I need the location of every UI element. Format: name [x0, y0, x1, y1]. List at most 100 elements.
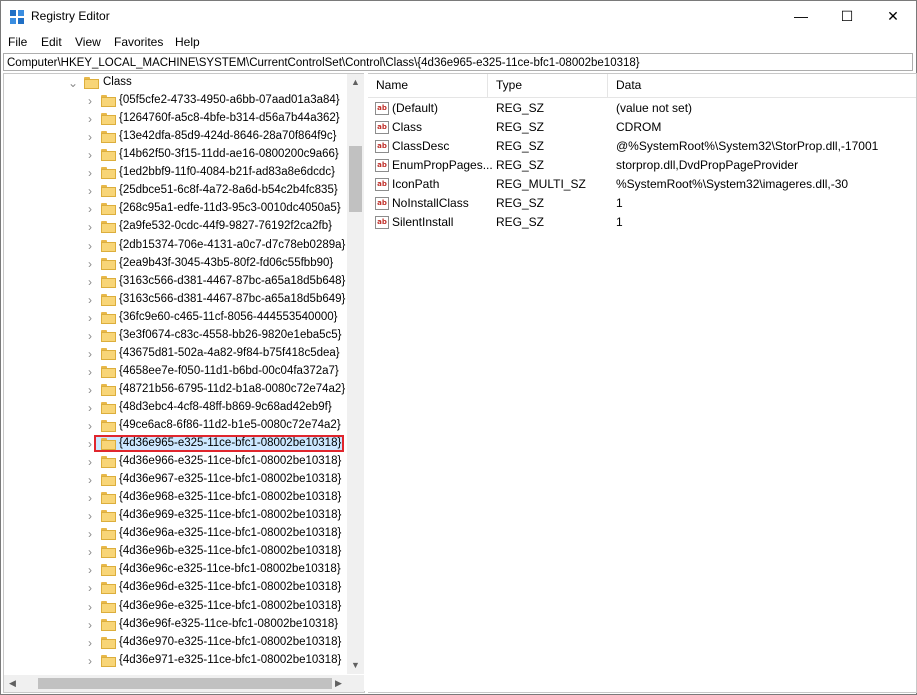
chevron-right-icon[interactable]: ›: [88, 110, 96, 128]
chevron-right-icon[interactable]: ›: [88, 218, 96, 236]
tree-item[interactable]: › {268c95a1-edfe-11d3-95c3-0010dc4050a5}: [4, 200, 346, 218]
chevron-right-icon[interactable]: ›: [88, 182, 96, 200]
chevron-right-icon[interactable]: ›: [88, 363, 96, 381]
tree-vertical-scrollbar[interactable]: ▲ ▼: [347, 74, 364, 674]
chevron-right-icon[interactable]: ›: [88, 616, 96, 634]
tree-item[interactable]: › {49ce6ac8-6f86-11d2-b1e5-0080c72e74a2}: [4, 417, 346, 435]
tree-item[interactable]: › {4d36e96e-e325-11ce-bfc1-08002be10318}: [4, 598, 346, 616]
chevron-right-icon[interactable]: ›: [88, 200, 96, 218]
chevron-right-icon[interactable]: ›: [88, 453, 96, 471]
chevron-right-icon[interactable]: ›: [88, 561, 96, 579]
tree-item[interactable]: › {2db15374-706e-4131-a0c7-d7c78eb0289a}: [4, 237, 346, 255]
tree-item[interactable]: › {4d36e965-e325-11ce-bfc1-08002be10318}: [4, 435, 346, 453]
tree-item[interactable]: › {43675d81-502a-4a82-9f84-b75f418c5dea}: [4, 345, 346, 363]
tree-item[interactable]: › {4d36e96b-e325-11ce-bfc1-08002be10318}: [4, 543, 346, 561]
tree-item-label: {48721b56-6795-11d2-b1a8-0080c72e74a2}: [119, 382, 346, 395]
values-pane[interactable]: Name Type Data ab (Default) REG_SZ (value n…: [368, 73, 917, 693]
chevron-right-icon[interactable]: ›: [88, 471, 96, 489]
minimize-button[interactable]: —: [778, 1, 824, 32]
column-header-name[interactable]: Name: [368, 74, 488, 97]
tree-item[interactable]: › {1264760f-a5c8-4bfe-b314-d56a7b44a362}: [4, 110, 346, 128]
maximize-button[interactable]: ☐: [824, 1, 870, 32]
menu-file[interactable]: File: [8, 35, 27, 49]
tree-item[interactable]: › {4d36e971-e325-11ce-bfc1-08002be10318}: [4, 652, 346, 670]
tree-item[interactable]: › {1ed2bbf9-11f0-4084-b21f-ad83a8e6dcdc}: [4, 164, 346, 182]
tree-item[interactable]: › {3163c566-d381-4467-87bc-a65a18d5b648}: [4, 273, 346, 291]
chevron-right-icon[interactable]: ›: [88, 507, 96, 525]
tree-item[interactable]: › {4d36e966-e325-11ce-bfc1-08002be10318}: [4, 453, 346, 471]
chevron-right-icon[interactable]: ›: [88, 146, 96, 164]
tree-item[interactable]: › {4d36e96a-e325-11ce-bfc1-08002be10318}: [4, 525, 346, 543]
tree-item[interactable]: › {4d36e970-e325-11ce-bfc1-08002be10318}: [4, 634, 346, 652]
chevron-right-icon[interactable]: ›: [88, 291, 96, 309]
value-row[interactable]: ab SilentInstall REG_SZ 1: [368, 213, 916, 232]
tree-item[interactable]: › {4d36e96f-e325-11ce-bfc1-08002be10318}: [4, 616, 346, 634]
tree-item-class[interactable]: ⌄ Class: [4, 74, 346, 92]
scroll-down-arrow-icon[interactable]: ▼: [347, 657, 364, 674]
value-data: 1: [616, 215, 623, 229]
address-bar[interactable]: Computer\HKEY_LOCAL_MACHINE\SYSTEM\Curre…: [3, 53, 913, 71]
tree-item[interactable]: › {4d36e96c-e325-11ce-bfc1-08002be10318}: [4, 561, 346, 579]
chevron-right-icon[interactable]: ›: [88, 489, 96, 507]
tree-item[interactable]: › {4d36e967-e325-11ce-bfc1-08002be10318}: [4, 471, 346, 489]
tree-item[interactable]: › {4d36e96d-e325-11ce-bfc1-08002be10318}: [4, 579, 346, 597]
tree-item[interactable]: › {48721b56-6795-11d2-b1a8-0080c72e74a2}: [4, 381, 346, 399]
value-row[interactable]: ab IconPath REG_MULTI_SZ %SystemRoot%\Syste…: [368, 175, 916, 194]
tree-item[interactable]: › {48d3ebc4-4cf8-48ff-b869-9c68ad42eb9f}: [4, 399, 346, 417]
chevron-right-icon[interactable]: ›: [88, 652, 96, 670]
key-tree-pane[interactable]: ⌄ Class › {05f5cfe2-4733-4950-a6bb-07aad0…: [3, 73, 365, 693]
tree-item[interactable]: › {05f5cfe2-4733-4950-a6bb-07aad01a3a84}: [4, 92, 346, 110]
chevron-right-icon[interactable]: ›: [88, 598, 96, 616]
chevron-right-icon[interactable]: ›: [88, 381, 96, 399]
string-value-icon: ab: [375, 140, 389, 153]
chevron-right-icon[interactable]: ›: [88, 634, 96, 652]
chevron-right-icon[interactable]: ›: [88, 309, 96, 327]
menu-favorites[interactable]: Favorites: [114, 35, 163, 49]
tree-item[interactable]: › {3e3f0674-c83c-4558-bb26-9820e1eba5c5}: [4, 327, 346, 345]
tree-item[interactable]: › {25dbce51-6c8f-4a72-8a6d-b54c2b4fc835}: [4, 182, 346, 200]
chevron-right-icon[interactable]: ›: [88, 237, 96, 255]
chevron-right-icon[interactable]: ›: [88, 579, 96, 597]
tree-vertical-scroll-thumb[interactable]: [349, 146, 362, 212]
tree-item[interactable]: › {4d36e968-e325-11ce-bfc1-08002be10318}: [4, 489, 346, 507]
menu-view[interactable]: View: [75, 35, 101, 49]
chevron-right-icon[interactable]: ›: [88, 399, 96, 417]
chevron-down-icon[interactable]: ⌄: [68, 74, 78, 92]
scroll-up-arrow-icon[interactable]: ▲: [347, 74, 364, 91]
value-row[interactable]: ab (Default) REG_SZ (value not set): [368, 99, 916, 118]
chevron-right-icon[interactable]: ›: [88, 92, 96, 110]
chevron-right-icon[interactable]: ›: [88, 255, 96, 273]
tree-item[interactable]: › {13e42dfa-85d9-424d-8646-28a70f864f9c}: [4, 128, 346, 146]
tree-item[interactable]: › {3163c566-d381-4467-87bc-a65a18d5b649}: [4, 291, 346, 309]
close-button[interactable]: ✕: [870, 1, 916, 32]
tree-item[interactable]: › {4658ee7e-f050-11d1-b6bd-00c04fa372a7}: [4, 363, 346, 381]
value-row[interactable]: ab NoInstallClass REG_SZ 1: [368, 194, 916, 213]
chevron-right-icon[interactable]: ›: [88, 543, 96, 561]
tree-item[interactable]: › {14b62f50-3f15-11dd-ae16-0800200c9a66}: [4, 146, 346, 164]
chevron-right-icon[interactable]: ›: [88, 273, 96, 291]
chevron-right-icon[interactable]: ›: [88, 525, 96, 543]
value-data: 1: [616, 196, 623, 210]
value-row[interactable]: ab Class REG_SZ CDROM: [368, 118, 916, 137]
chevron-right-icon[interactable]: ›: [88, 128, 96, 146]
scroll-left-arrow-icon[interactable]: ◀: [4, 675, 21, 692]
tree-item[interactable]: › {2ea9b43f-3045-43b5-80f2-fd06c55fbb90}: [4, 255, 346, 273]
value-row[interactable]: ab ClassDesc REG_SZ @%SystemRoot%\System32\…: [368, 137, 916, 156]
chevron-right-icon[interactable]: ›: [88, 435, 96, 453]
tree-horizontal-scrollbar[interactable]: ◀ ▶: [4, 675, 347, 692]
chevron-right-icon[interactable]: ›: [88, 164, 96, 182]
value-row[interactable]: ab EnumPropPages... REG_SZ storprop.dll,Dvd…: [368, 156, 916, 175]
tree-item[interactable]: › {2a9fe532-0cdc-44f9-9827-76192f2ca2fb}: [4, 218, 346, 236]
title-bar[interactable]: Registry Editor — ☐ ✕: [1, 1, 916, 32]
chevron-right-icon[interactable]: ›: [88, 417, 96, 435]
chevron-right-icon[interactable]: ›: [88, 345, 96, 363]
tree-item[interactable]: › {4d36e969-e325-11ce-bfc1-08002be10318}: [4, 507, 346, 525]
tree-item[interactable]: › {36fc9e60-c465-11cf-8056-444553540000}: [4, 309, 346, 327]
tree-horizontal-scroll-thumb[interactable]: [38, 678, 332, 689]
scroll-right-arrow-icon[interactable]: ▶: [330, 675, 347, 692]
chevron-right-icon[interactable]: ›: [88, 327, 96, 345]
column-header-type[interactable]: Type: [488, 74, 608, 97]
column-header-data[interactable]: Data: [608, 74, 908, 97]
menu-help[interactable]: Help: [175, 35, 200, 49]
menu-edit[interactable]: Edit: [41, 35, 62, 49]
